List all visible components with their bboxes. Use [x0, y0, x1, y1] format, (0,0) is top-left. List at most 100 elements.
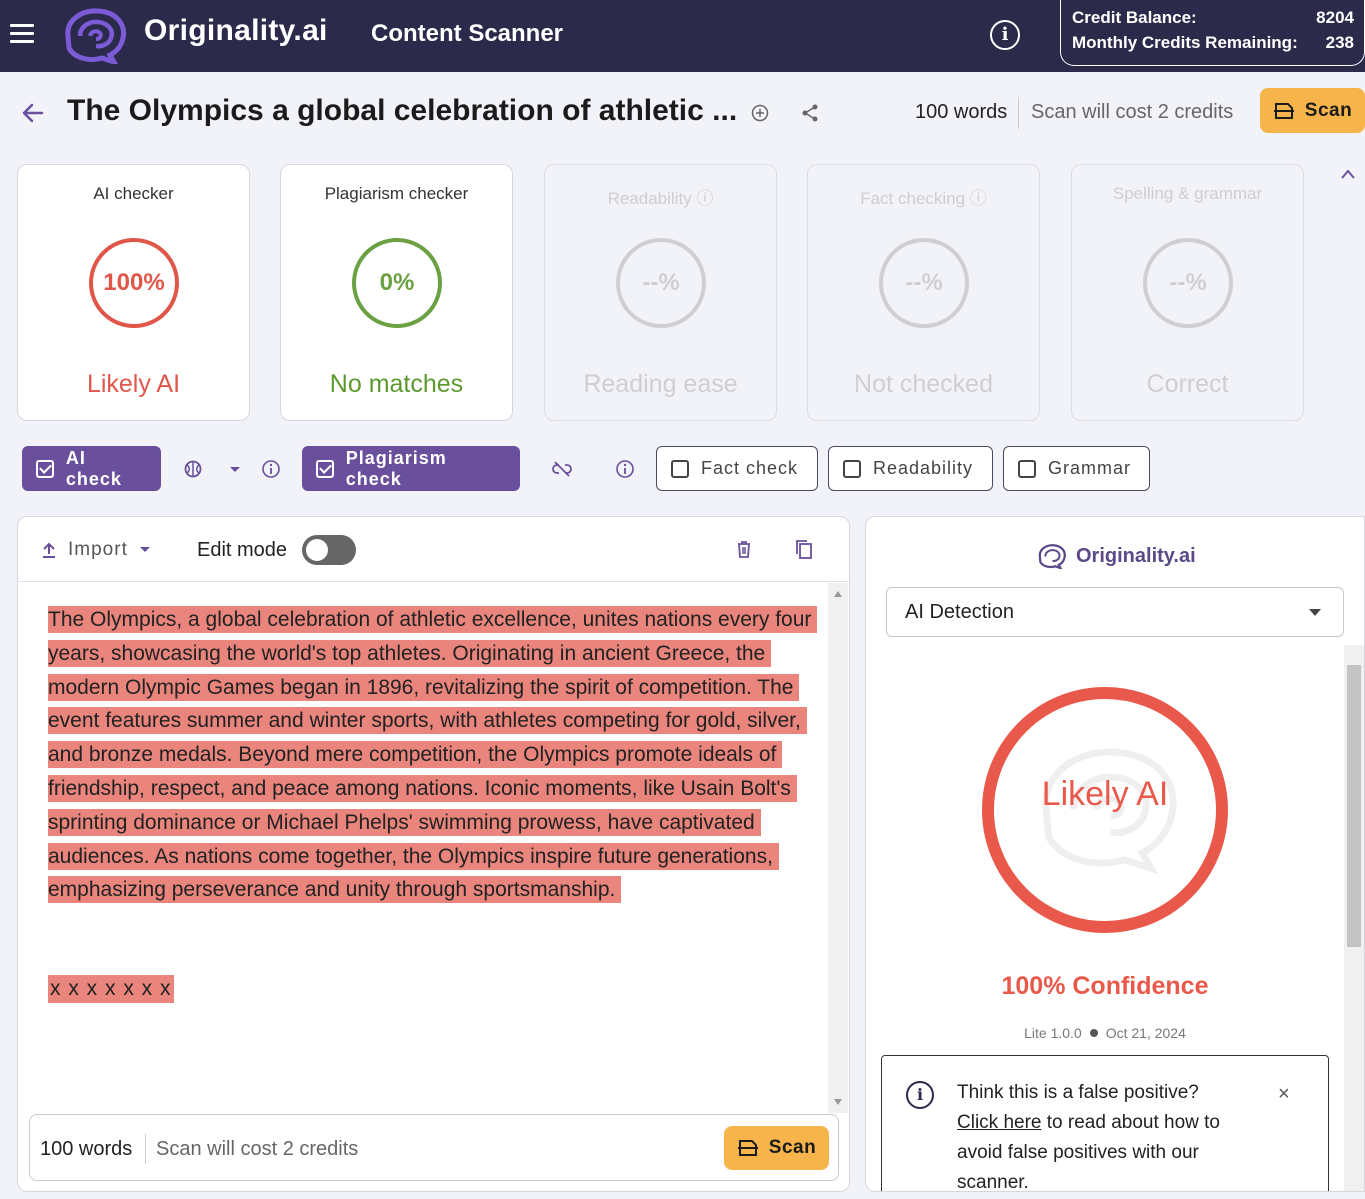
- checkbox-icon: [1018, 459, 1036, 478]
- plagiarism-check-label: Plagiarism check: [345, 447, 447, 489]
- results-scrollbar[interactable]: [1344, 645, 1364, 1191]
- editor-content[interactable]: The Olympics, a global celebration of at…: [48, 603, 818, 907]
- card-title: Plagiarism checker: [324, 184, 469, 203]
- readability-toggle[interactable]: Readability: [828, 446, 993, 491]
- fact-check-label: Fact check: [701, 458, 799, 478]
- scan-date: Oct 21, 2024: [1105, 1025, 1186, 1041]
- card-label: No matches: [329, 370, 464, 398]
- model-meta: Lite 1.0.0 Oct 21, 2024: [866, 1025, 1344, 1041]
- link-off-icon[interactable]: [551, 458, 573, 480]
- credit-balance-label: Credit Balance:: [1072, 8, 1197, 27]
- word-count: 100 words: [40, 1138, 133, 1160]
- grammar-toggle[interactable]: Grammar: [1003, 446, 1150, 491]
- card-label: Not checked: [854, 370, 993, 398]
- card-title: Fact checking ⓘ: [860, 189, 987, 208]
- word-count: 100 words: [915, 101, 1008, 123]
- edit-mode-switch[interactable]: [302, 535, 356, 565]
- card-plagiarism-checker[interactable]: Plagiarism checker 0% No matches: [280, 164, 513, 421]
- card-title: Readability ⓘ: [607, 189, 714, 208]
- ai-verdict: Likely AI: [1041, 775, 1169, 813]
- card-readability[interactable]: Readability ⓘ --% Reading ease: [544, 164, 777, 421]
- checkbox-checked-icon: [316, 459, 334, 478]
- readability-label: Readability: [873, 458, 974, 478]
- scan-button[interactable]: Scan: [1260, 88, 1365, 133]
- card-label: Reading ease: [583, 370, 738, 398]
- scan-icon: [1273, 102, 1294, 119]
- ai-check-label: AI check: [65, 447, 122, 489]
- brain-model-icon[interactable]: [182, 458, 204, 480]
- brain-logo-icon: [65, 8, 127, 64]
- info-icon[interactable]: [614, 458, 636, 480]
- menu-icon[interactable]: [10, 24, 34, 44]
- chevron-up-icon[interactable]: [1338, 166, 1358, 182]
- monthly-credits-value: 238: [1325, 33, 1354, 52]
- scroll-thumb[interactable]: [1347, 665, 1361, 947]
- checkbox-checked-icon: [36, 459, 54, 478]
- info-icon: i: [906, 1081, 934, 1109]
- fact-check-toggle[interactable]: Fact check: [656, 446, 818, 491]
- scan-icon: [737, 1140, 758, 1156]
- copy-icon[interactable]: [793, 538, 815, 560]
- score-ring: --%: [1143, 238, 1233, 328]
- separator-dot: [1089, 1029, 1098, 1037]
- trash-icon[interactable]: [733, 538, 755, 560]
- confidence-score: 100% Confidence: [1001, 972, 1209, 1000]
- credit-box: Credit Balance: 8204 Monthly Credits Rem…: [1060, 0, 1365, 66]
- grammar-label: Grammar: [1048, 458, 1131, 478]
- score-ring: --%: [616, 238, 706, 328]
- ai-highlighted-text: The Olympics, a global celebration of at…: [48, 606, 818, 904]
- card-label: Likely AI: [86, 370, 181, 398]
- editor-toolbar: Import Edit mode: [18, 517, 849, 582]
- scan-button-label: Scan: [768, 1137, 817, 1158]
- info-icon[interactable]: [260, 458, 282, 480]
- edit-mode-label: Edit mode: [197, 539, 288, 561]
- document-title: The Olympics a global celebration of ath…: [67, 94, 738, 127]
- scroll-up-icon[interactable]: [834, 591, 842, 597]
- results-brand-name: Originality.ai: [1076, 544, 1196, 567]
- scan-cost: Scan will cost 2 credits: [156, 1138, 359, 1160]
- import-button[interactable]: Import: [40, 539, 152, 561]
- editor-footer: 100 words Scan will cost 2 credits Scan: [29, 1114, 839, 1181]
- ai-highlighted-text: x x x x x x x: [48, 975, 174, 1003]
- share-icon[interactable]: [800, 103, 820, 123]
- editor-scrollbar[interactable]: [828, 583, 848, 1113]
- import-label: Import: [68, 539, 128, 560]
- monthly-credits-label: Monthly Credits Remaining:: [1072, 33, 1298, 52]
- upload-icon: [43, 542, 55, 558]
- click-here-link[interactable]: Click here: [957, 1112, 1041, 1133]
- back-arrow-icon[interactable]: [20, 100, 46, 126]
- detection-type-select[interactable]: AI Detection: [886, 587, 1344, 637]
- scan-button[interactable]: Scan: [724, 1126, 829, 1170]
- top-bar: Originality.ai Content Scanner i Credit …: [0, 0, 1365, 72]
- checkbox-icon: [843, 459, 861, 478]
- false-positive-title: Think this is a false positive?: [957, 1082, 1199, 1103]
- scan-cost: Scan will cost 2 credits: [1031, 101, 1234, 123]
- score-ring: 100%: [89, 238, 179, 328]
- brain-logo-icon: [1038, 544, 1066, 569]
- scroll-down-icon[interactable]: [834, 1099, 842, 1105]
- results-brand: Originality.ai: [1036, 543, 1196, 569]
- card-ai-checker[interactable]: AI checker 100% Likely AI: [17, 164, 250, 421]
- card-title: Spelling & grammar: [1112, 184, 1263, 203]
- close-icon[interactable]: ×: [1278, 1084, 1290, 1104]
- plagiarism-check-toggle[interactable]: Plagiarism check: [302, 446, 520, 491]
- score-ring: --%: [879, 238, 969, 328]
- results-panel: Originality.ai AI Detection Likely AI 10…: [865, 516, 1365, 1192]
- add-circle-icon[interactable]: [751, 104, 769, 122]
- brand-name[interactable]: Originality.ai: [144, 14, 328, 48]
- score-ring: 0%: [352, 238, 442, 328]
- info-icon[interactable]: i: [990, 20, 1020, 50]
- card-label: Correct: [1146, 370, 1229, 398]
- editor-panel: Import Edit mode The Olympics, a global …: [17, 516, 850, 1192]
- caret-down-icon: [139, 547, 150, 552]
- card-spelling-grammar[interactable]: Spelling & grammar --% Correct: [1071, 164, 1304, 421]
- card-fact-checking[interactable]: Fact checking ⓘ --% Not checked: [807, 164, 1040, 421]
- detection-type-value: AI Detection: [905, 601, 1014, 623]
- ai-check-toggle[interactable]: AI check: [22, 446, 161, 491]
- divider: [145, 1134, 146, 1164]
- caret-down-icon[interactable]: [227, 458, 243, 480]
- credit-balance-value: 8204: [1316, 8, 1354, 27]
- scan-button-label: Scan: [1304, 99, 1353, 121]
- app-title: Content Scanner: [371, 20, 564, 47]
- card-title: AI checker: [93, 184, 174, 203]
